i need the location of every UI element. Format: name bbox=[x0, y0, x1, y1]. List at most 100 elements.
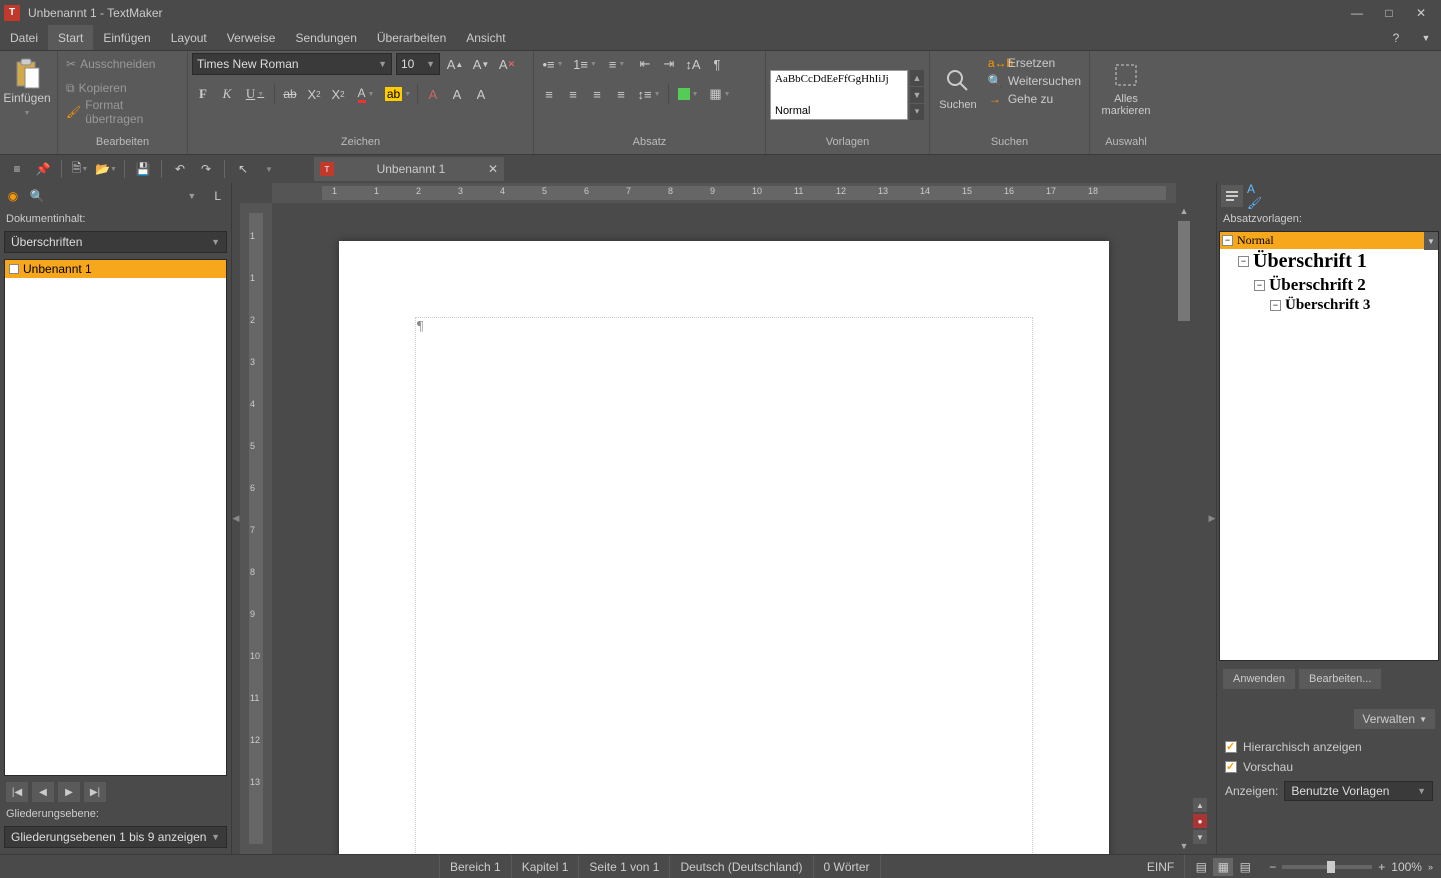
shading-button[interactable]: ▼ bbox=[673, 83, 703, 105]
shrink-font-button[interactable]: A▼ bbox=[470, 53, 492, 75]
style-tree-item[interactable]: −Normal bbox=[1220, 232, 1438, 249]
qb-dropdown[interactable]: ▼ bbox=[258, 158, 280, 180]
align-justify-button[interactable]: ≡ bbox=[610, 83, 632, 105]
replace-button[interactable]: a↔bErsetzen bbox=[984, 55, 1085, 71]
manage-styles-button[interactable]: Verwalten ▼ bbox=[1354, 709, 1435, 729]
scroll-down-button[interactable]: ▼ bbox=[1176, 838, 1192, 854]
level-combo[interactable]: Gliederungsebenen 1 bis 9 anzeigen▼ bbox=[4, 826, 227, 848]
status-words[interactable]: 0 Wörter bbox=[814, 855, 881, 878]
paste-button[interactable]: Einfügen▼ bbox=[4, 53, 50, 123]
menu-datei[interactable]: Datei bbox=[0, 25, 48, 50]
scroll-thumb[interactable] bbox=[1178, 221, 1190, 321]
pilcrow-button[interactable]: ¶ bbox=[706, 53, 728, 75]
tree-toggle[interactable]: − bbox=[1270, 300, 1281, 311]
menu-sendungen[interactable]: Sendungen bbox=[285, 25, 366, 50]
menu-einfuegen[interactable]: Einfügen bbox=[93, 25, 160, 50]
mini-up-button[interactable]: ▲ bbox=[1193, 798, 1207, 812]
menu-layout[interactable]: Layout bbox=[161, 25, 217, 50]
apply-style-button[interactable]: Anwenden bbox=[1223, 669, 1295, 689]
vertical-ruler[interactable]: 112345678910111213 bbox=[240, 203, 272, 854]
minimize-button[interactable]: — bbox=[1341, 0, 1373, 25]
zoom-in-button[interactable]: + bbox=[1378, 860, 1385, 874]
doc-tab-close-button[interactable]: ✕ bbox=[488, 162, 498, 176]
outdent-button[interactable]: ⇤ bbox=[634, 53, 656, 75]
outline-filter-combo[interactable]: Überschriften▼ bbox=[4, 231, 227, 253]
mini-down-button[interactable]: ▼ bbox=[1193, 830, 1207, 844]
nav-last-button[interactable]: ▶| bbox=[84, 782, 106, 802]
status-chapter[interactable]: Kapitel 1 bbox=[512, 855, 580, 878]
number-list-button[interactable]: 1≡▼ bbox=[570, 53, 600, 75]
subscript-button[interactable]: X2 bbox=[303, 83, 325, 105]
underline-button[interactable]: U▼ bbox=[240, 83, 270, 105]
hierarchical-checkbox[interactable]: Hierarchisch anzeigen bbox=[1217, 737, 1441, 757]
bullet-list-button[interactable]: •≡▼ bbox=[538, 53, 568, 75]
zoom-value[interactable]: 100% bbox=[1391, 860, 1422, 874]
scroll-up-button[interactable]: ▲ bbox=[1176, 203, 1192, 219]
font-name-combo[interactable]: Times New Roman▼ bbox=[192, 53, 392, 75]
open-button[interactable]: 📂▼ bbox=[95, 158, 117, 180]
style-tree[interactable]: ▼ −Normal−Überschrift 1−Überschrift 2−Üb… bbox=[1219, 231, 1439, 661]
clear-format-button[interactable]: A✕ bbox=[496, 53, 518, 75]
status-mode[interactable]: EINF bbox=[1137, 855, 1185, 878]
line-spacing-button[interactable]: ↕≡▼ bbox=[634, 83, 664, 105]
font-size-combo[interactable]: 10▼ bbox=[396, 53, 440, 75]
format-painter-button[interactable]: 🖌Format übertragen bbox=[62, 101, 183, 123]
cut-button[interactable]: ✂Ausschneiden bbox=[62, 53, 183, 75]
select-all-button[interactable]: Alles markieren bbox=[1094, 53, 1158, 123]
view-normal-button[interactable]: ▤ bbox=[1191, 858, 1211, 876]
menu-ueberarbeiten[interactable]: Überarbeiten bbox=[367, 25, 456, 50]
copy-button[interactable]: ⧉Kopieren bbox=[62, 77, 183, 99]
nav-prev-button[interactable]: ◀ bbox=[32, 782, 54, 802]
pin-button[interactable]: 📌 bbox=[32, 158, 54, 180]
outline-checkbox[interactable] bbox=[9, 264, 19, 274]
outline-list[interactable]: Unbenannt 1 bbox=[4, 259, 227, 776]
close-button[interactable]: ✕ bbox=[1405, 0, 1437, 25]
goto-button[interactable]: →Gehe zu bbox=[984, 91, 1085, 107]
panel-close-button[interactable]: L bbox=[208, 189, 227, 203]
tree-toggle[interactable]: − bbox=[1254, 280, 1265, 291]
nav-first-button[interactable]: |◀ bbox=[6, 782, 28, 802]
style-next-button[interactable]: ▼ bbox=[910, 87, 924, 103]
char-style-tab[interactable]: A🖌 bbox=[1247, 185, 1269, 207]
help-button[interactable]: ? bbox=[1381, 25, 1411, 50]
indent-button[interactable]: ⇥ bbox=[658, 53, 680, 75]
page[interactable]: ¶ bbox=[339, 241, 1109, 854]
vertical-scrollbar[interactable]: ▲ ▼ bbox=[1176, 203, 1192, 854]
symbol-button[interactable]: A bbox=[470, 83, 492, 105]
nav-next-button[interactable]: ▶ bbox=[58, 782, 80, 802]
style-tree-item[interactable]: −Überschrift 1 bbox=[1220, 249, 1438, 274]
style-expand-button[interactable]: ▾ bbox=[910, 104, 924, 120]
left-splitter[interactable]: ◀ bbox=[232, 183, 240, 854]
highlight-button[interactable]: ab▼ bbox=[383, 83, 413, 105]
strikethrough-button[interactable]: ab bbox=[279, 83, 301, 105]
style-prev-button[interactable]: ▲ bbox=[910, 70, 924, 86]
style-tree-item[interactable]: −Überschrift 2 bbox=[1220, 274, 1438, 296]
document-viewport[interactable]: ¶ bbox=[272, 203, 1176, 854]
para-style-tab[interactable] bbox=[1221, 185, 1243, 207]
horizontal-ruler[interactable]: 1123456789101112131415161718 bbox=[272, 183, 1176, 203]
tree-toggle[interactable]: − bbox=[1222, 235, 1233, 246]
align-left-button[interactable]: ≡ bbox=[538, 83, 560, 105]
document-tab[interactable]: T Unbenannt 1 ✕ bbox=[314, 157, 504, 181]
tree-toggle[interactable]: − bbox=[1238, 256, 1249, 267]
bold-button[interactable]: F bbox=[192, 83, 214, 105]
redo-button[interactable]: ↷ bbox=[195, 158, 217, 180]
grow-font-button[interactable]: A▲ bbox=[444, 53, 466, 75]
status-page[interactable]: Seite 1 von 1 bbox=[579, 855, 670, 878]
status-section[interactable]: Bereich 1 bbox=[440, 855, 512, 878]
search-button[interactable]: Suchen bbox=[934, 53, 982, 123]
zoom-out-button[interactable]: − bbox=[1269, 860, 1276, 874]
sort-button[interactable]: ↕A bbox=[682, 53, 704, 75]
char-format2-button[interactable]: A bbox=[446, 83, 468, 105]
outline-item[interactable]: Unbenannt 1 bbox=[5, 260, 226, 278]
panel-dropdown[interactable]: ▼ bbox=[181, 191, 202, 201]
show-combo[interactable]: Benutzte Vorlagen▼ bbox=[1284, 781, 1433, 801]
char-format-button[interactable]: A bbox=[422, 83, 444, 105]
italic-button[interactable]: K bbox=[216, 83, 238, 105]
save-button[interactable]: 💾 bbox=[132, 158, 154, 180]
align-right-button[interactable]: ≡ bbox=[586, 83, 608, 105]
view-outline-button[interactable]: ▤ bbox=[1235, 858, 1255, 876]
mini-marker-button[interactable]: ● bbox=[1193, 814, 1207, 828]
preview-checkbox[interactable]: Vorschau bbox=[1217, 757, 1441, 777]
view-page-button[interactable]: ▦ bbox=[1213, 858, 1233, 876]
